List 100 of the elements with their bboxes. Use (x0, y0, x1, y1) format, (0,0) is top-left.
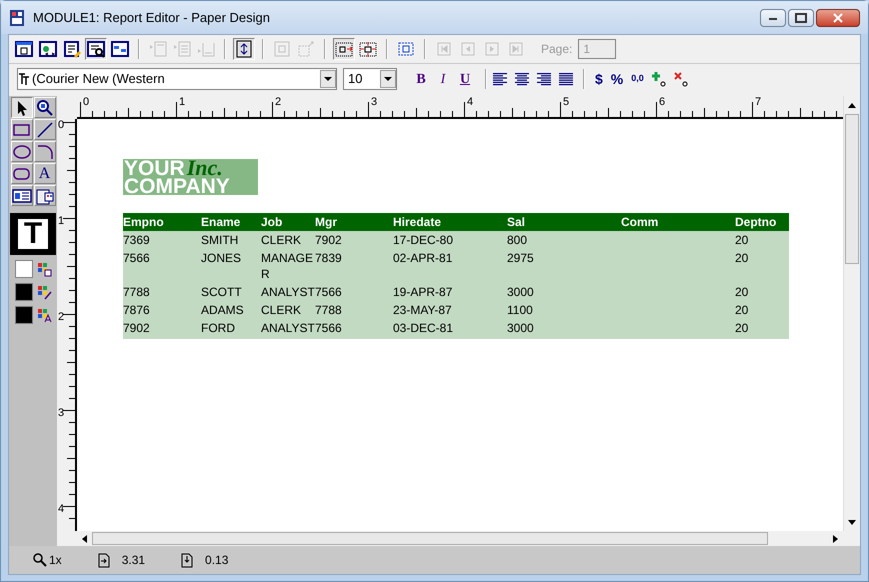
add-decimal-button[interactable] (650, 71, 668, 87)
toolbar-button[interactable] (233, 38, 255, 60)
text-color-swatch[interactable] (14, 306, 32, 324)
size-dropdown[interactable]: 10 (343, 68, 397, 90)
percent-button[interactable]: % (608, 68, 626, 90)
next-page-icon (483, 40, 501, 58)
italic-button[interactable]: I (435, 68, 451, 90)
scroll-left-icon[interactable] (82, 534, 87, 542)
column-header: Hiredate (393, 214, 442, 231)
zoom-level: 1x (49, 552, 62, 569)
ruler-number: 3 (58, 408, 64, 419)
footer-section-icon (197, 40, 215, 58)
window-title: MODULE1: Report Editor - Paper Design (33, 8, 270, 27)
toolbar-button[interactable] (61, 38, 83, 60)
scroll-thumb[interactable] (845, 114, 859, 264)
page-label: Page: (541, 41, 572, 58)
table-cell-text: SMITH (201, 232, 240, 248)
align-left-icon (492, 71, 508, 87)
align-right-icon (536, 71, 552, 87)
frame-icon (273, 40, 291, 58)
ruler-number: 0 (83, 97, 90, 108)
text-color-icon[interactable] (36, 308, 52, 322)
table-cell-text: 23-MAY-87 (393, 302, 453, 318)
font-dropdown[interactable]: (Courier New (Western (17, 68, 337, 90)
body-section-icon (173, 40, 191, 58)
column-header: Sal (507, 214, 526, 231)
fill-color-icon[interactable] (36, 262, 52, 276)
table-cell-text: 7902 (315, 232, 343, 248)
text-preview: T (18, 219, 48, 249)
logo-accent-text: Inc. (186, 159, 223, 177)
line-color-icon[interactable] (36, 284, 52, 300)
table-cell-text: 7902 (123, 320, 151, 336)
currency-button[interactable]: $ (593, 68, 605, 90)
logo-text: COMPANY (124, 178, 231, 195)
remove-decimal-button[interactable] (672, 71, 690, 87)
line-color-swatch[interactable] (14, 283, 32, 301)
column-header: Comm (621, 214, 660, 231)
toolbar-button[interactable] (13, 38, 35, 60)
vertical-position-icon (181, 552, 194, 568)
column-header: Mgr (315, 214, 338, 231)
minimize-button[interactable] (760, 8, 786, 26)
table-cell-text: 7788 (123, 284, 151, 300)
table-cell-text: 19-APR-87 (393, 284, 454, 300)
resize-icon (359, 40, 377, 58)
table-cell-text: 7566 (315, 284, 343, 300)
table-cell: ANALYST (261, 320, 315, 336)
ruler-number: 1 (179, 97, 186, 108)
table-cell-text: 7369 (123, 232, 151, 248)
table-cell-text: CLERK (261, 302, 302, 318)
horizontal-position-icon (98, 552, 110, 568)
table-cell-text: 7566 (123, 250, 151, 267)
ruler-number: 2 (58, 312, 64, 323)
header-section-icon (149, 40, 167, 58)
underline-button[interactable]: U (457, 68, 473, 90)
scroll-thumb[interactable] (92, 532, 768, 545)
toolbar-button[interactable] (333, 38, 355, 60)
palette-tool[interactable] (10, 97, 32, 118)
close-button[interactable] (816, 8, 860, 26)
document-pencil-icon (63, 40, 81, 58)
ruler-number: 0 (58, 120, 64, 131)
table-cell-text: 02-APR-81 (393, 250, 454, 267)
toolbar-button[interactable] (109, 38, 131, 60)
dropdown-arrow-icon (324, 77, 332, 81)
minimize-icon (768, 16, 778, 20)
window-icon (15, 40, 33, 58)
table-cell: ANALYST (261, 284, 315, 300)
scroll-up-icon[interactable] (848, 102, 856, 108)
table-cell-text: 7788 (315, 302, 343, 318)
scroll-down-icon[interactable] (848, 520, 856, 524)
column-header: Job (261, 214, 284, 231)
ruler-number: 4 (58, 504, 64, 515)
maximize-icon (795, 12, 807, 22)
magnifier-window-icon (87, 40, 105, 58)
scroll-right-icon[interactable] (833, 534, 838, 542)
table-cell-text: 7876 (123, 302, 151, 318)
cross-icon (672, 71, 689, 87)
toolbar-button[interactable] (85, 38, 107, 60)
table-cell-text: SCOTT (201, 284, 243, 300)
text-tool[interactable]: A (34, 163, 56, 184)
table-cell-text: 800 (507, 232, 528, 248)
commas-button[interactable]: 0,0 (629, 72, 646, 86)
column-header: Ename (201, 214, 242, 231)
table-cell-text: 20 (735, 232, 750, 248)
toolbar-button[interactable] (37, 38, 59, 60)
bold-button[interactable]: B (413, 68, 429, 90)
fill-color-swatch[interactable] (14, 260, 32, 278)
maximize-button[interactable] (788, 8, 814, 26)
table-cell-text: 20 (735, 284, 750, 300)
logo-text: YOUR (124, 160, 185, 178)
dropdown-arrow-icon (384, 77, 392, 81)
ruler-number: 5 (563, 97, 570, 108)
line-icon (34, 120, 54, 140)
zoom-icon (33, 553, 47, 567)
ruler-number: 3 (371, 97, 378, 108)
align-center-icon (514, 71, 530, 87)
table-cell-text: 2975 (507, 250, 535, 267)
table-cell-text: 7839 (315, 250, 343, 267)
ruler-number: 2 (275, 97, 282, 108)
previous-page-icon (459, 40, 477, 58)
table-cell-text: 3000 (507, 284, 535, 300)
